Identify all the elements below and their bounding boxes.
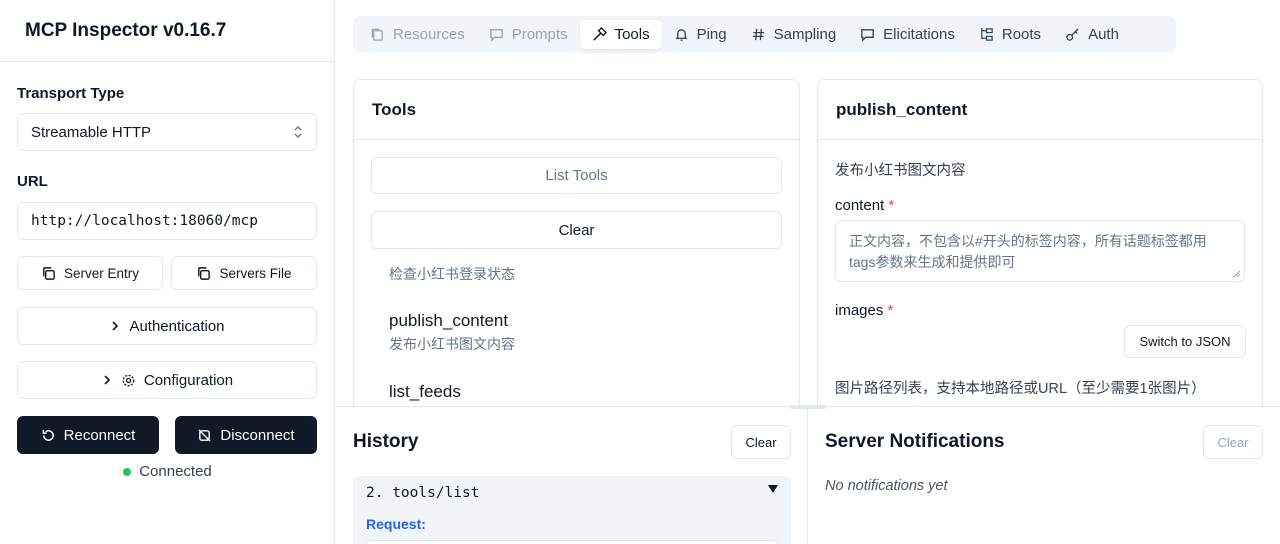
tool-detail-panel: publish_content 发布小红书图文内容 content * 正文内容… [817,79,1263,419]
history-entry[interactable]: 2. tools/list Request: [353,476,791,544]
transport-type-label: Transport Type [17,85,125,102]
request-body [366,540,778,544]
sidebar: MCP Inspector v0.16.7 Transport Type Str… [0,0,335,544]
content-label-text: content [835,197,885,214]
message-icon [489,27,504,42]
tool-item-publish-content[interactable]: publish_content 发布小红书图文内容 [389,311,515,354]
chevron-up-down-icon [293,125,303,139]
history-title: History [353,431,419,452]
server-entry-label: Server Entry [63,265,140,281]
tab-label: Resources [393,26,465,43]
request-label: Request: [366,516,426,532]
unplug-icon [197,428,212,443]
server-entry-button[interactable]: Server Entry [17,256,163,290]
chevron-right-icon [109,320,121,332]
tab-auth[interactable]: Auth [1053,20,1131,49]
tab-label: Sampling [773,26,837,43]
transport-type-select[interactable]: Streamable HTTP [17,113,317,151]
history-panel: History Clear 2. tools/list Request: [336,407,808,544]
reconnect-label: Reconnect [63,426,136,444]
status-text: Connected [139,463,212,480]
tab-label: Prompts [511,26,568,43]
history-entry-title: 2. tools/list [366,485,480,501]
content-textarea[interactable]: 正文内容，不包含以#开头的标签内容，所有话题标签都用tags参数来生成和提供即可 [835,220,1245,282]
tool-description[interactable]: 检查小红书登录状态 [389,264,515,284]
tool-item-list-feeds[interactable]: list_feeds [389,382,461,402]
tab-label: Tools [614,26,650,43]
tab-label: Roots [1001,26,1042,43]
app-title: MCP Inspector v0.16.7 [25,19,227,41]
copy-icon [41,266,56,281]
hash-icon [751,27,766,42]
tools-panel-title: Tools [354,80,799,140]
history-clear-button[interactable]: Clear [731,425,791,459]
status-dot [123,467,132,476]
files-icon [370,27,385,42]
url-input[interactable]: http://localhost:18060/mcp [17,202,317,240]
app-root: MCP Inspector v0.16.7 Transport Type Str… [0,0,1280,544]
notifications-title: Server Notifications [825,431,1005,452]
content-placeholder: 正文内容，不包含以#开头的标签内容，所有话题标签都用tags参数来生成和提供即可 [849,233,1207,270]
tool-detail-description: 发布小红书图文内容 [835,163,966,179]
list-tools-button[interactable]: List Tools [371,157,782,194]
tool-detail-title: publish_content [818,80,1262,140]
images-label-text: images [835,302,884,319]
images-label: images * [835,302,893,319]
configuration-button[interactable]: Configuration [17,361,317,399]
chevron-right-icon [101,374,113,386]
servers-file-button[interactable]: Servers File [171,256,317,290]
tab-resources[interactable]: Resources [358,20,477,49]
key-icon [1065,27,1080,42]
tab-sampling[interactable]: Sampling [739,20,849,49]
clear-tools-button[interactable]: Clear [371,211,782,249]
required-mark: * [887,302,894,319]
tools-panel: Tools List Tools Clear 检查小红书登录状态 publish… [353,79,800,419]
notifications-empty-text: No notifications yet [825,478,948,494]
notifications-clear-button[interactable]: Clear [1203,425,1263,459]
caret-down-icon[interactable] [767,484,779,494]
gear-icon [121,373,136,388]
tab-label: Elicitations [883,26,955,43]
servers-file-label: Servers File [219,265,292,281]
content-label: content * [835,197,894,214]
url-label: URL [17,173,48,190]
tab-label: Auth [1088,26,1119,43]
authentication-label: Authentication [129,317,225,335]
required-mark: * [888,197,895,214]
tab-roots[interactable]: Roots [967,20,1053,49]
tool-name: publish_content [389,311,509,330]
copy-icon [196,266,211,281]
tab-tools[interactable]: Tools [579,20,662,49]
sidebar-header: MCP Inspector v0.16.7 [0,0,334,62]
resize-handle[interactable] [790,405,826,409]
connection-status: Connected [0,463,335,480]
disconnect-button[interactable]: Disconnect [175,416,317,454]
rotate-ccw-icon [41,428,56,443]
resize-handle-icon[interactable] [1232,269,1241,278]
server-notifications-panel: Server Notifications Clear No notificati… [808,407,1280,544]
url-value: http://localhost:18060/mcp [31,213,258,229]
tool-name: list_feeds [389,382,461,401]
transport-type-value: Streamable HTTP [31,123,152,141]
tab-bar: Resources Prompts Tools Ping Sampling El… [353,16,1176,53]
configuration-label: Configuration [143,371,234,389]
tab-prompts[interactable]: Prompts [477,20,580,49]
tab-label: Ping [696,26,727,43]
images-description: 图片路径列表，支持本地路径或URL（至少需要1张图片） [835,381,1206,397]
tab-elicitations[interactable]: Elicitations [848,20,967,49]
tab-ping[interactable]: Ping [662,20,739,49]
switch-to-json-button[interactable]: Switch to JSON [1124,325,1246,358]
tool-description: 发布小红书图文内容 [389,336,515,352]
authentication-button[interactable]: Authentication [17,307,317,345]
reconnect-button[interactable]: Reconnect [17,416,159,454]
bottom-section: History Clear 2. tools/list Request: Ser… [336,406,1280,544]
hammer-icon [592,27,607,42]
message-square-icon [860,27,875,42]
disconnect-label: Disconnect [220,426,295,444]
folder-tree-icon [979,27,994,42]
bell-icon [674,27,689,42]
